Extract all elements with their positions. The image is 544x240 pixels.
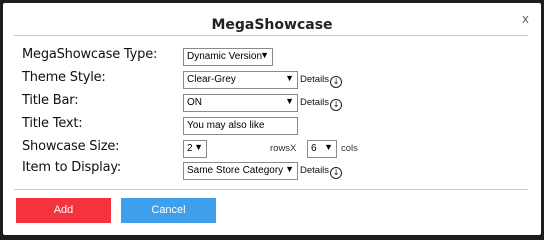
titlebar-details-label: Details bbox=[300, 97, 330, 108]
cancel-button[interactable]: Cancel bbox=[121, 198, 216, 223]
theme-label: Theme Style: bbox=[22, 70, 106, 85]
titlebar-row: Title Bar: ON ▼ Details ↓ bbox=[22, 93, 352, 113]
rows-select-value: 2 bbox=[187, 143, 193, 154]
add-button[interactable]: Add bbox=[16, 198, 111, 223]
chevron-down-icon: ▼ bbox=[260, 50, 269, 60]
chevron-down-icon: ▼ bbox=[285, 164, 294, 174]
chevron-down-icon: ▼ bbox=[194, 142, 203, 152]
cols-select[interactable]: 6 ▼ bbox=[307, 140, 337, 158]
size-label: Showcase Size: bbox=[22, 139, 120, 154]
items-details-link[interactable]: Details ↓ bbox=[300, 165, 343, 179]
size-row: Showcase Size: 2 ▼ rowsX 6 ▼ cols bbox=[22, 139, 372, 159]
titletext-label: Title Text: bbox=[22, 116, 83, 131]
items-select-value: Same Store Category bbox=[187, 165, 284, 176]
titlebar-select-value: ON bbox=[187, 97, 202, 108]
theme-row: Theme Style: Clear-Grey ▼ Details ↓ bbox=[22, 70, 352, 90]
titlebar-label: Title Bar: bbox=[22, 93, 79, 108]
type-select-value: Dynamic Version bbox=[187, 51, 263, 62]
theme-details-link[interactable]: Details ↓ bbox=[300, 74, 343, 88]
items-details-label: Details bbox=[300, 165, 330, 176]
header-divider bbox=[14, 35, 528, 36]
dialog-title: MegaShowcase bbox=[211, 17, 333, 33]
items-select[interactable]: Same Store Category ▼ bbox=[183, 162, 298, 180]
type-select[interactable]: Dynamic Version ▼ bbox=[183, 48, 273, 66]
chevron-down-icon: ▼ bbox=[285, 73, 294, 83]
theme-select-value: Clear-Grey bbox=[187, 74, 236, 85]
cols-label: cols bbox=[341, 143, 358, 154]
items-label: Item to Display: bbox=[22, 160, 122, 175]
footer-divider bbox=[14, 189, 528, 190]
items-row: Item to Display: Same Store Category ▼ D… bbox=[22, 160, 352, 180]
arrow-down-circle-icon: ↓ bbox=[330, 99, 343, 111]
arrow-down-circle-icon: ↓ bbox=[330, 76, 343, 88]
cols-select-value: 6 bbox=[311, 143, 317, 154]
arrow-down-circle-icon: ↓ bbox=[330, 167, 343, 179]
titletext-row: Title Text: You may also like bbox=[22, 116, 322, 136]
type-label: MegaShowcase Type: bbox=[22, 47, 158, 62]
titletext-input[interactable]: You may also like bbox=[183, 117, 298, 135]
type-row: MegaShowcase Type: Dynamic Version ▼ bbox=[22, 47, 322, 67]
rows-label: rowsX bbox=[270, 143, 297, 154]
titlebar-details-link[interactable]: Details ↓ bbox=[300, 97, 343, 111]
chevron-down-icon: ▼ bbox=[324, 142, 333, 152]
theme-details-label: Details bbox=[300, 74, 330, 85]
theme-select[interactable]: Clear-Grey ▼ bbox=[183, 71, 298, 89]
rows-select[interactable]: 2 ▼ bbox=[183, 140, 207, 158]
titlebar-select[interactable]: ON ▼ bbox=[183, 94, 298, 112]
chevron-down-icon: ▼ bbox=[285, 96, 294, 106]
close-icon[interactable]: x bbox=[522, 12, 529, 26]
megashowcase-dialog: MegaShowcase x MegaShowcase Type: Dynami… bbox=[3, 3, 541, 235]
